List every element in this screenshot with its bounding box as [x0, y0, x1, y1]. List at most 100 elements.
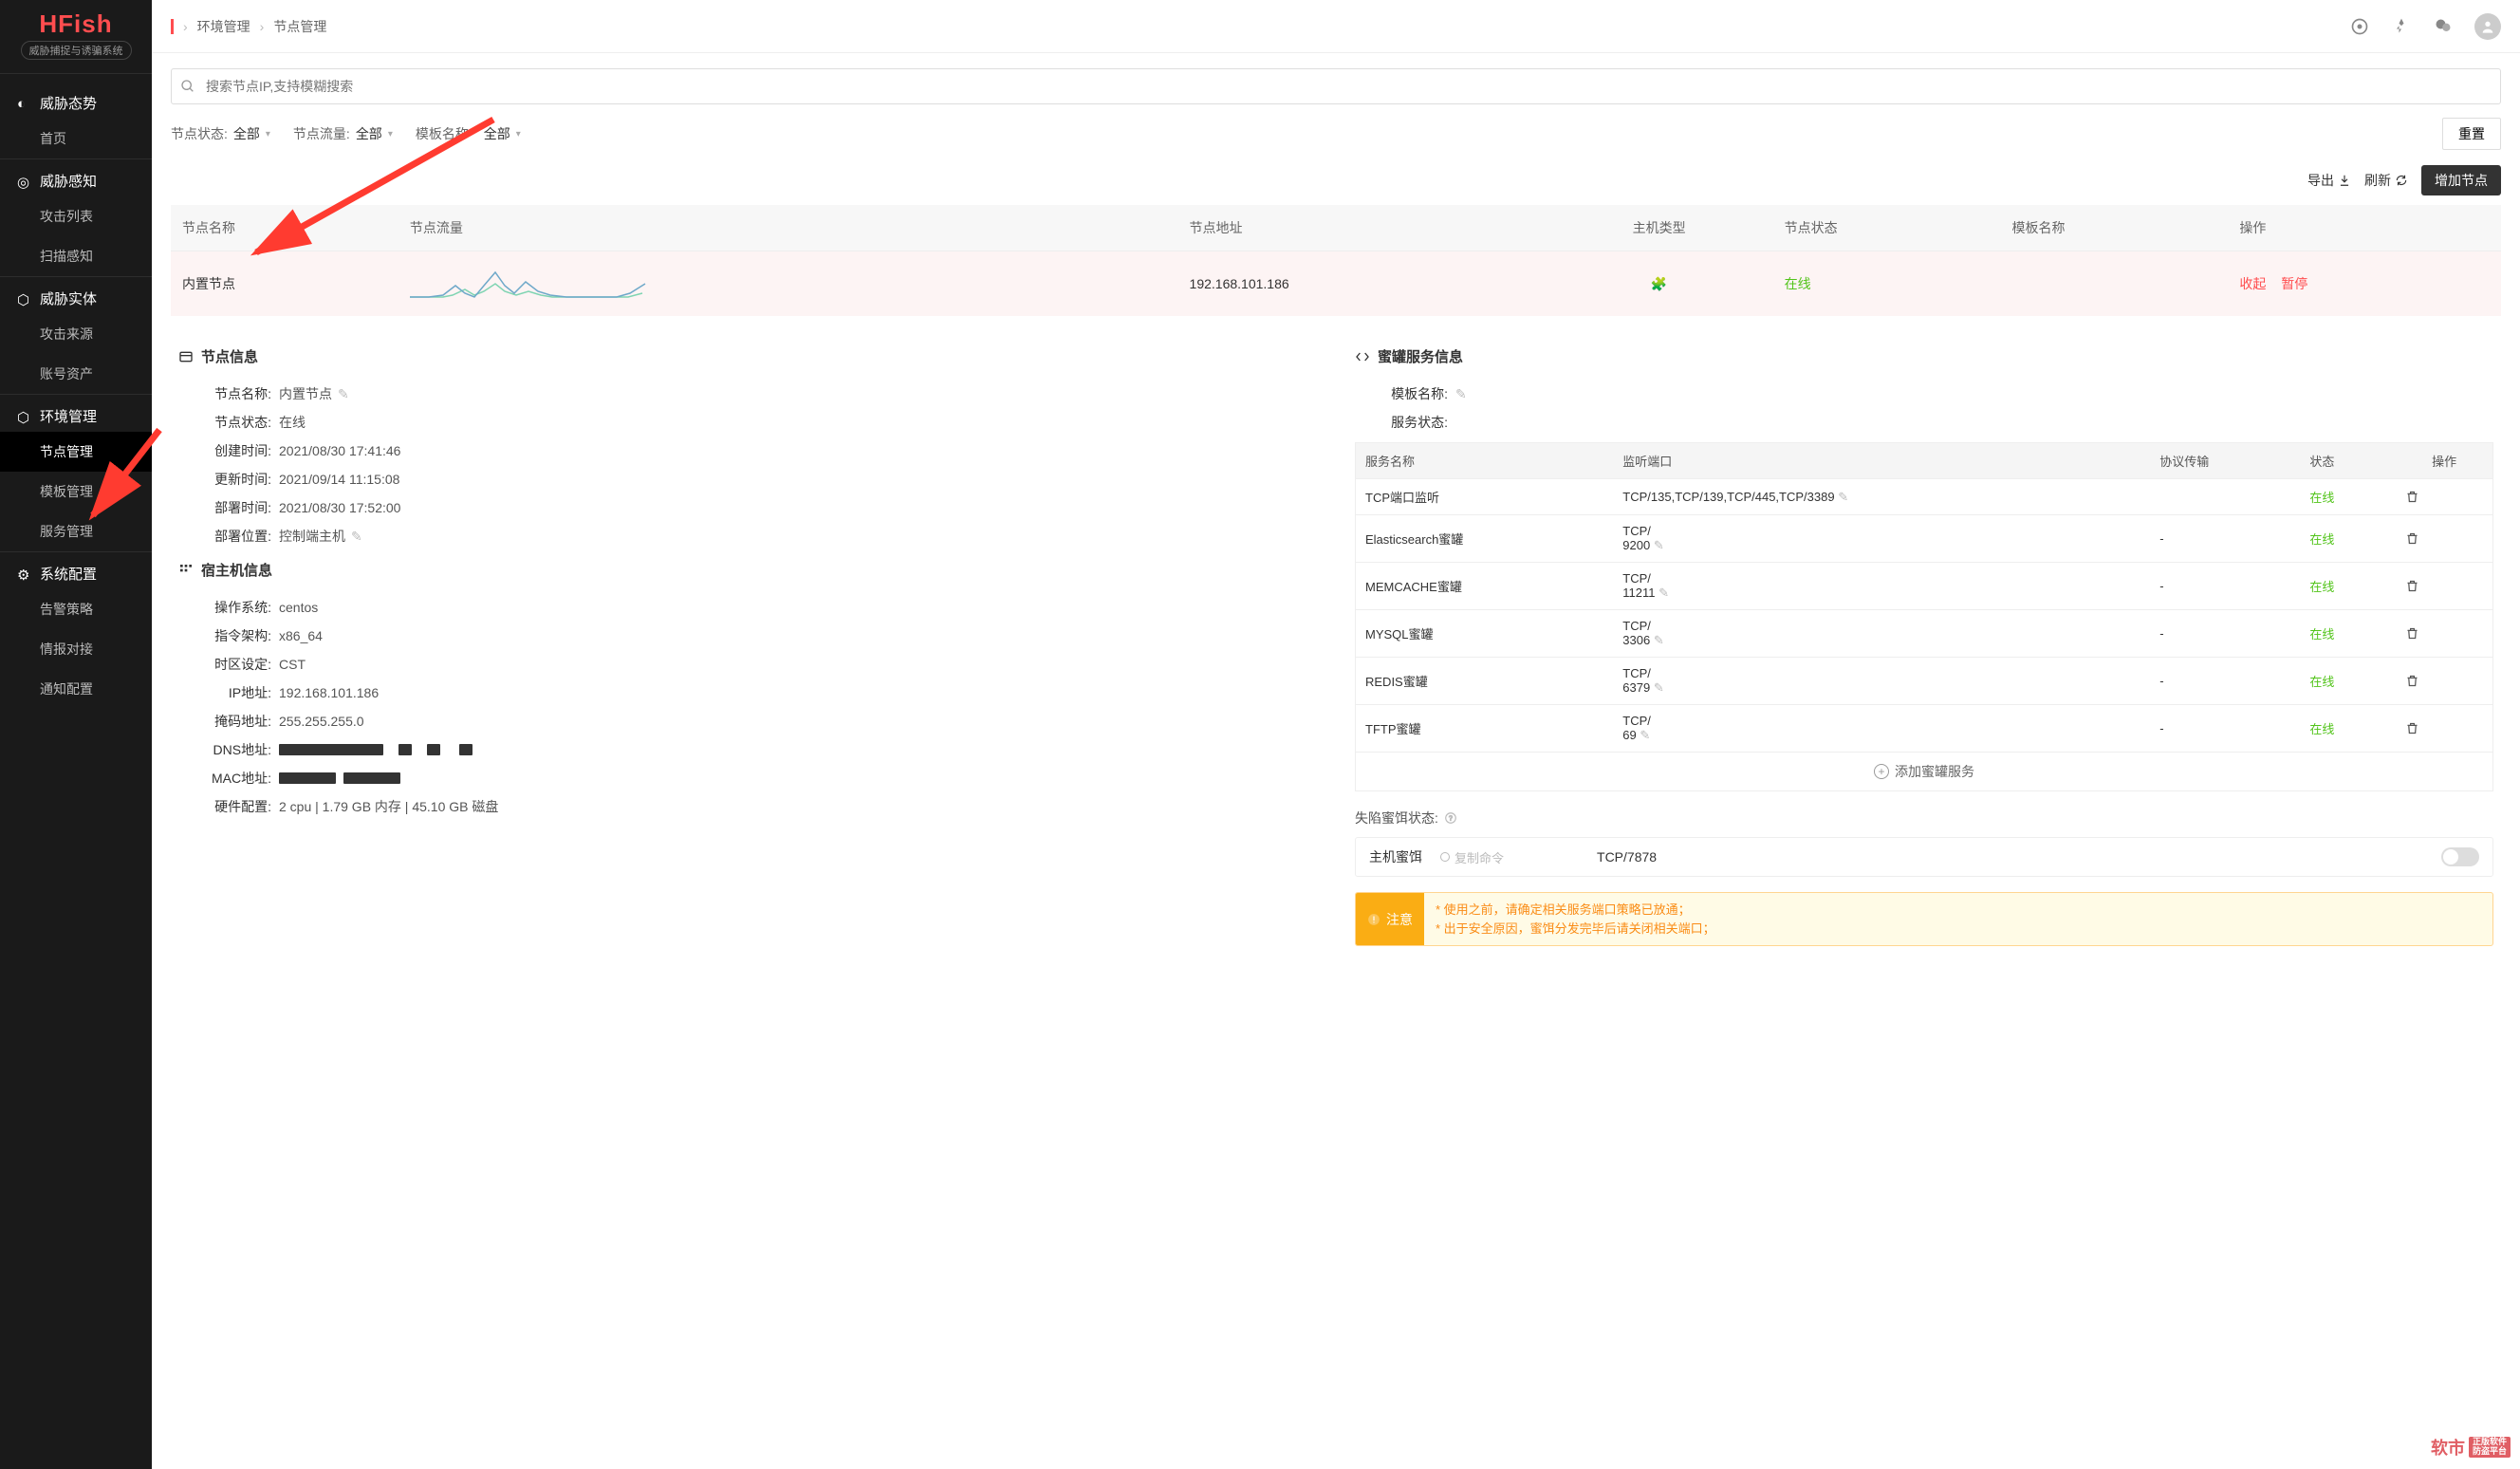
reset-button[interactable]: 重置	[2442, 118, 2501, 150]
decoy-box: 主机蜜饵 复制命令 TCP/7878	[1355, 837, 2493, 877]
detail-right: 蜜罐服务信息 模板名称:✎ 服务状态: 服务名称 监听端口 协议传输 状态 操作…	[1355, 337, 2493, 946]
decoy-name: 主机蜜饵	[1369, 847, 1422, 866]
search-input[interactable]	[171, 68, 2501, 104]
plus-circle-icon: +	[1874, 764, 1889, 779]
cell-status: 在线	[1773, 251, 2001, 317]
cell-host-type: 🧩	[1546, 251, 1773, 317]
list-actions: 导出 刷新 增加节点	[171, 165, 2501, 195]
add-service-button[interactable]: +添加蜜罐服务	[1355, 753, 2493, 791]
disk-icon[interactable]	[2349, 16, 2370, 37]
edit-icon[interactable]: ✎	[1654, 680, 1664, 695]
sidebar-item-intel-link[interactable]: 情报对接	[0, 629, 152, 669]
trash-icon[interactable]	[2405, 490, 2483, 504]
service-row: MEMCACHE蜜罐TCP/ 11211 ✎-在线	[1356, 563, 2493, 610]
svc-proto: -	[2150, 610, 2300, 658]
trash-icon[interactable]	[2405, 531, 2483, 546]
edit-icon[interactable]: ✎	[338, 386, 349, 402]
edit-icon[interactable]: ✎	[1658, 586, 1669, 600]
node-status-value: 在线	[279, 413, 306, 432]
svc-th-name: 服务名称	[1356, 443, 1614, 479]
help-icon	[1439, 851, 1451, 863]
host-hw-value: 2 cpu | 1.79 GB 内存 | 45.10 GB 磁盘	[279, 797, 498, 816]
host-os-value: centos	[279, 600, 318, 615]
svc-name: TFTP蜜罐	[1356, 705, 1614, 753]
sidebar-item-template-manage[interactable]: 模板管理	[0, 472, 152, 511]
svc-port: TCP/135,TCP/139,TCP/445,TCP/3389 ✎	[1613, 479, 2150, 515]
chevron-down-icon: ▾	[266, 129, 270, 139]
cell-traffic	[398, 251, 1178, 317]
cell-template	[2000, 251, 2228, 317]
card-icon	[178, 349, 194, 364]
filter-node-traffic[interactable]: 节点流量:全部▾	[293, 124, 393, 143]
svc-ops	[2396, 515, 2492, 563]
sidebar-item-account-asset[interactable]: 账号资产	[0, 354, 152, 394]
help-icon[interactable]: ?	[1444, 811, 1457, 825]
node-loc-value: 控制端主机	[279, 527, 345, 546]
svc-th-port: 监听端口	[1613, 443, 2150, 479]
hexagon-icon: ⬡	[17, 291, 32, 307]
svc-th-state: 状态	[2300, 443, 2396, 479]
svc-proto: -	[2150, 705, 2300, 753]
nav-group-threat-entity[interactable]: ⬡威胁实体	[0, 276, 152, 314]
rocket-icon[interactable]	[2391, 16, 2412, 37]
copy-command[interactable]: 复制命令	[1439, 848, 1504, 866]
decoy-toggle[interactable]	[2441, 847, 2479, 866]
breadcrumb-parent[interactable]: 环境管理	[197, 17, 250, 36]
pause-action[interactable]: 暂停	[2281, 276, 2307, 291]
trash-icon[interactable]	[2405, 674, 2483, 688]
svc-port: TCP/ 6379 ✎	[1613, 658, 2150, 705]
nav-group-system-config[interactable]: ⚙系统配置	[0, 551, 152, 589]
sidebar-item-scan-sense[interactable]: 扫描感知	[0, 236, 152, 276]
section-node-info: 节点信息	[178, 346, 1317, 366]
svg-text:?: ?	[1449, 815, 1453, 822]
sidebar: HFish 威胁捕捉与诱骗系统 ◐威胁态势 首页 ◎威胁感知 攻击列表 扫描感知…	[0, 0, 152, 1469]
svc-ops	[2396, 563, 2492, 610]
host-type-icon: 🧩	[1651, 276, 1667, 291]
th-traffic: 节点流量	[398, 205, 1178, 251]
chat-icon[interactable]	[2433, 16, 2454, 37]
host-dns-value	[279, 742, 472, 757]
sidebar-item-attack-list[interactable]: 攻击列表	[0, 196, 152, 236]
sidebar-item-node-manage[interactable]: 节点管理	[0, 432, 152, 472]
avatar[interactable]	[2474, 13, 2501, 40]
breadcrumb: › 环境管理 › 节点管理	[171, 17, 326, 36]
sidebar-item-attack-source[interactable]: 攻击来源	[0, 314, 152, 354]
nav-group-env-manage[interactable]: ⬡环境管理	[0, 394, 152, 432]
collapse-action[interactable]: 收起	[2239, 276, 2266, 291]
add-node-button[interactable]: 增加节点	[2421, 165, 2501, 195]
trash-icon[interactable]	[2405, 579, 2483, 593]
svc-state: 在线	[2300, 658, 2396, 705]
grid-icon	[178, 563, 194, 578]
trash-icon[interactable]	[2405, 626, 2483, 641]
nav-group-threat-sense[interactable]: ◎威胁感知	[0, 158, 152, 196]
node-table: 节点名称 节点流量 节点地址 主机类型 节点状态 模板名称 操作 内置节点	[171, 205, 2501, 316]
watermark: 软市 正版软件防盗平台	[2431, 1435, 2511, 1460]
table-row[interactable]: 内置节点 192.168.101.186 🧩 在线 收起	[171, 251, 2501, 317]
refresh-action[interactable]: 刷新	[2364, 171, 2408, 190]
svc-proto: -	[2150, 563, 2300, 610]
edit-icon[interactable]: ✎	[1838, 490, 1848, 504]
cell-addr: 192.168.101.186	[1178, 251, 1546, 317]
filter-template-name[interactable]: 模板名称 全部▾	[416, 124, 521, 143]
chevron-down-icon: ▾	[516, 129, 521, 139]
logo-block: HFish 威胁捕捉与诱骗系统	[0, 0, 152, 74]
edit-icon[interactable]: ✎	[351, 529, 362, 545]
export-action[interactable]: 导出	[2307, 171, 2351, 190]
chevron-right-icon: ›	[260, 19, 265, 34]
service-row: TFTP蜜罐TCP/ 69 ✎-在线	[1356, 705, 2493, 753]
trash-icon[interactable]	[2405, 721, 2483, 735]
filter-node-status[interactable]: 节点状态:全部▾	[171, 124, 270, 143]
edit-icon[interactable]: ✎	[1654, 633, 1664, 647]
sidebar-item-notify-config[interactable]: 通知配置	[0, 669, 152, 709]
sidebar-item-alert-policy[interactable]: 告警策略	[0, 589, 152, 629]
edit-icon[interactable]: ✎	[1640, 728, 1650, 742]
svc-name: Elasticsearch蜜罐	[1356, 515, 1614, 563]
nav-group-threat-situation[interactable]: ◐威胁态势	[0, 82, 152, 119]
svc-proto: -	[2150, 515, 2300, 563]
service-row: MYSQL蜜罐TCP/ 3306 ✎-在线	[1356, 610, 2493, 658]
sidebar-item-service-manage[interactable]: 服务管理	[0, 511, 152, 551]
edit-icon[interactable]: ✎	[1455, 386, 1467, 402]
sidebar-item-home[interactable]: 首页	[0, 119, 152, 158]
svc-ops	[2396, 705, 2492, 753]
edit-icon[interactable]: ✎	[1654, 538, 1664, 552]
